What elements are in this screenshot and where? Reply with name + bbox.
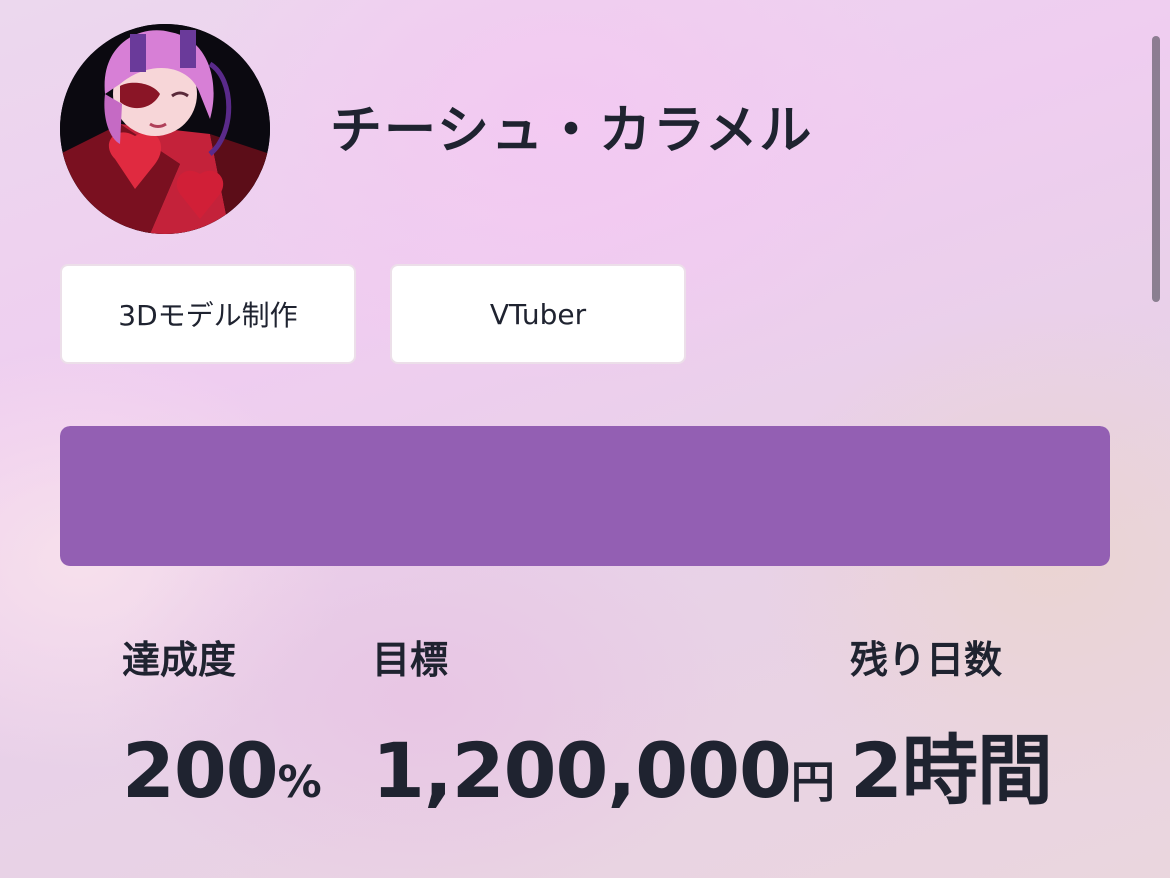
tag-3d-model[interactable]: 3Dモデル制作	[60, 264, 356, 364]
remaining-number: 2時間	[850, 726, 1053, 815]
achievement-number: 200	[122, 726, 279, 815]
funding-progress-fill	[60, 426, 1110, 566]
achievement-value: 200%	[122, 726, 322, 816]
achievement-unit: %	[277, 757, 322, 808]
goal-label: 目標	[372, 638, 449, 682]
funding-progress-bar	[60, 426, 1110, 566]
creator-avatar[interactable]	[60, 24, 270, 234]
remaining-label: 残り日数	[850, 638, 1003, 682]
avatar-illustration	[60, 24, 270, 234]
goal-unit: 円	[790, 757, 835, 808]
tag-vtuber[interactable]: VTuber	[390, 264, 686, 364]
achievement-label: 達成度	[122, 638, 237, 682]
remaining-value: 2時間	[850, 726, 1053, 816]
goal-value: 1,200,000円	[372, 726, 835, 816]
scrollbar-thumb[interactable]	[1152, 36, 1160, 302]
goal-number: 1,200,000	[372, 726, 792, 815]
creator-name: チーシュ・カラメル	[330, 101, 814, 161]
